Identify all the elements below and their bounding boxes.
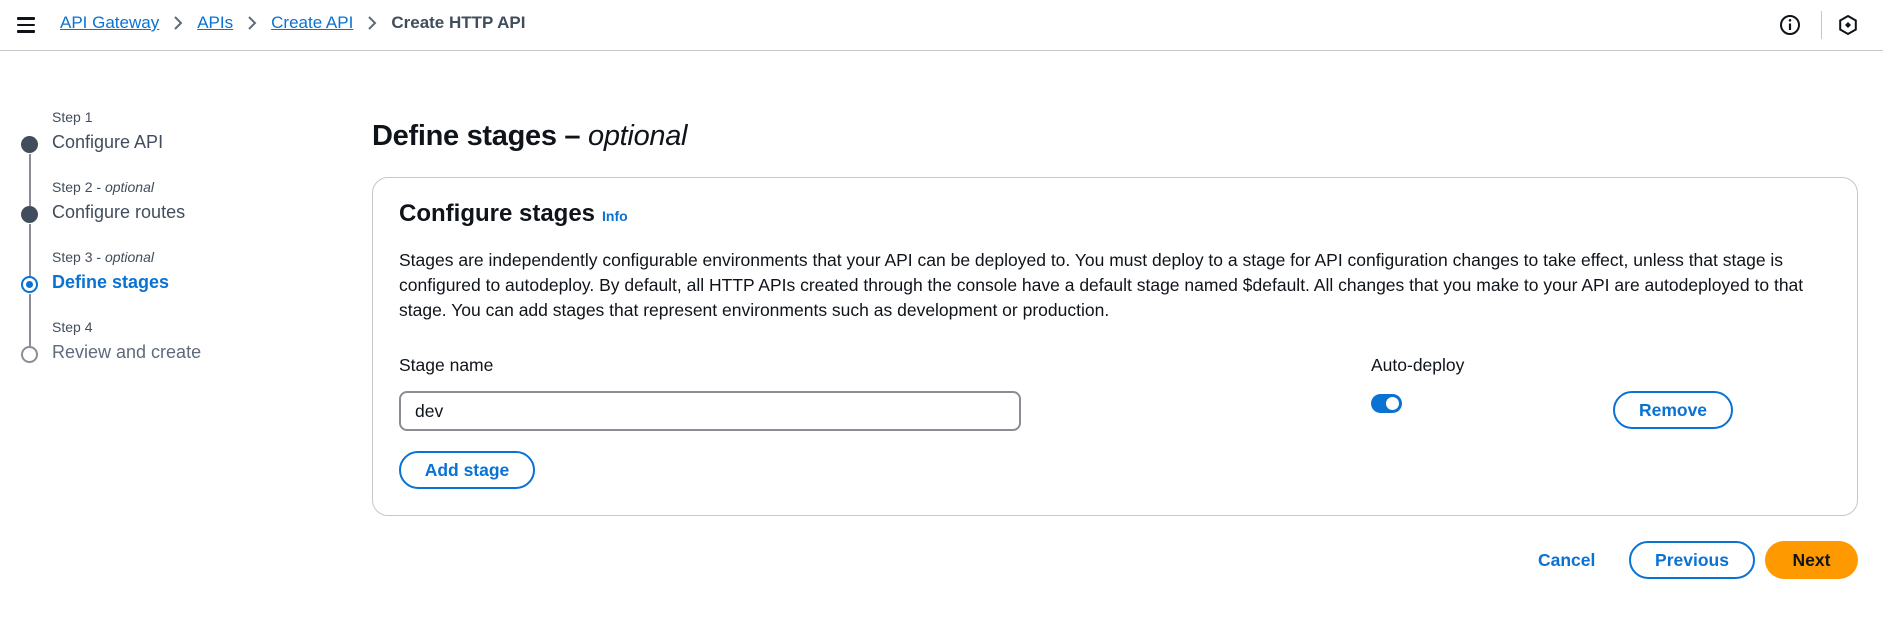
container-header: Configure stages Info [399,200,628,228]
step-title-current: Define stages [52,272,170,292]
chevron-right-icon [367,15,377,31]
chevron-right-icon [247,15,257,31]
info-circle-icon[interactable] [1778,13,1802,37]
step-completed-dot-icon [21,136,38,153]
step-upcoming-dot-icon [21,346,38,363]
step-title: Review and create [52,342,202,362]
breadcrumb-apis[interactable]: APIs [197,13,233,33]
step-active-dot-icon [21,276,38,293]
wizard-step-3: Step 3 - optional Define stages [18,248,318,346]
auto-deploy-toggle[interactable] [1371,394,1402,413]
auto-deploy-label: Auto-deploy [1371,355,1465,375]
stage-name-input[interactable] [399,391,1021,431]
step-title[interactable]: Configure routes [52,200,318,224]
breadcrumb-create-api[interactable]: Create API [271,13,353,33]
step-number: Step 4 [52,319,93,335]
page-title: Define stages – optional [372,120,688,152]
toolbar-divider [1821,11,1822,39]
step-completed-dot-icon [21,206,38,223]
wizard-step-1[interactable]: Step 1 Configure API [18,108,318,206]
step-number: Step 3 - optional [52,249,154,265]
wizard-steps: Step 1 Configure API Step 2 - optional C… [18,108,318,388]
stages-description: Stages are independently configurable en… [399,250,1804,320]
breadcrumb-current-page: Create HTTP API [391,13,526,32]
step-title[interactable]: Configure API [52,130,318,154]
top-navigation-bar: API Gateway APIs Create API Create HTTP … [0,0,1883,51]
chevron-right-icon [173,15,183,31]
container-title: Configure stages [399,200,596,227]
remove-stage-button[interactable]: Remove [1613,391,1733,429]
step-number: Step 1 [52,109,93,125]
cancel-button[interactable]: Cancel [1538,550,1595,571]
breadcrumb: API Gateway APIs Create API Create HTTP … [60,13,526,33]
configure-stages-container: Configure stages Info Stages are indepen… [372,177,1858,516]
info-link[interactable]: Info [602,208,628,224]
notifications-settings-icon[interactable] [1836,13,1860,37]
breadcrumb-api-gateway[interactable]: API Gateway [60,13,159,33]
hamburger-menu-icon[interactable] [14,13,38,37]
stage-name-label: Stage name [399,355,494,375]
next-button[interactable]: Next [1765,541,1858,579]
add-stage-button[interactable]: Add stage [399,451,535,489]
wizard-step-2[interactable]: Step 2 - optional Configure routes [18,178,318,276]
step-number: Step 2 - optional [52,179,154,195]
wizard-step-4: Step 4 Review and create [18,318,318,388]
previous-button[interactable]: Previous [1629,541,1755,579]
